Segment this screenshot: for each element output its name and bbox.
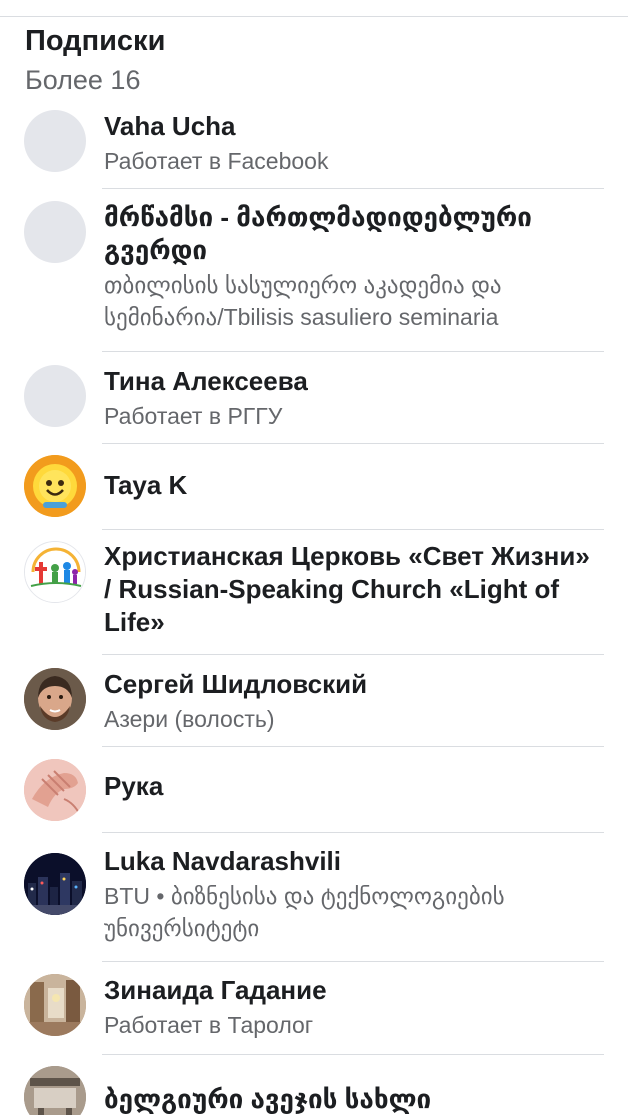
hand-photo-avatar[interactable] xyxy=(24,759,86,821)
item-subtitle: თბილისის სასულიერო აკადემია და სემინარია… xyxy=(104,272,502,330)
section-count: Более 16 xyxy=(25,65,141,95)
subscriptions-page: Подписки Более 16 Vaha Ucha Работает в F… xyxy=(0,0,628,1115)
item-name[interactable]: მრწამსი - მართლმადიდებლური გვერდი xyxy=(104,201,604,267)
item-subtitle: Работает в Таролог xyxy=(104,1012,314,1038)
list-item[interactable]: Taya K xyxy=(0,444,628,529)
hand-photo-icon xyxy=(24,759,86,821)
church-logo-icon xyxy=(25,542,85,602)
list-item[interactable]: Vaha Ucha Работает в Facebook xyxy=(0,108,628,188)
item-name[interactable]: Тина Алексеева xyxy=(104,365,604,398)
section-title: Подписки xyxy=(25,25,166,57)
church-logo-avatar[interactable] xyxy=(24,541,86,603)
item-name[interactable]: Luka Navdarashvili xyxy=(104,845,604,878)
item-name[interactable]: ბელგიური ავეჯის სახლი xyxy=(104,1083,604,1115)
item-name[interactable]: Рука xyxy=(104,770,604,803)
item-name[interactable]: Зинаида Гадание xyxy=(104,974,604,1007)
list-item[interactable]: Христианская Церковь «Свет Жизни» / Russ… xyxy=(0,530,628,654)
item-name[interactable]: Сергей Шидловский xyxy=(104,668,604,701)
list-item[interactable]: Сергей Шидловский Азери (волость) xyxy=(0,655,628,746)
top-divider xyxy=(0,16,628,17)
furniture-photo-avatar[interactable] xyxy=(24,1066,86,1115)
room-photo-icon xyxy=(24,974,86,1036)
list-item[interactable]: Luka Navdarashvili BTU • ბიზნესისა და ტე… xyxy=(0,833,628,961)
item-subtitle: Работает в Facebook xyxy=(104,148,329,174)
smiley-sun-avatar[interactable] xyxy=(24,455,86,517)
item-subtitle: Работает в РГГУ xyxy=(104,403,283,429)
item-name[interactable]: Vaha Ucha xyxy=(104,110,604,143)
list-item[interactable]: Тина Алексеева Работает в РГГУ xyxy=(0,352,628,443)
room-photo-avatar[interactable] xyxy=(24,974,86,1036)
section-header: Подписки Более 16 xyxy=(25,24,165,96)
item-subtitle: BTU • ბიზნესისა და ტექნოლოგიების უნივერს… xyxy=(104,883,505,941)
man-photo-icon xyxy=(24,668,86,730)
placeholder-avatar[interactable] xyxy=(24,201,86,263)
list-item[interactable]: Рука xyxy=(0,747,628,832)
list-item[interactable]: მრწამსი - მართლმადიდებლური გვერდი თბილის… xyxy=(0,189,628,351)
placeholder-avatar[interactable] xyxy=(24,365,86,427)
list-item[interactable]: Зинаида Гадание Работает в Таролог xyxy=(0,962,628,1054)
man-photo-avatar[interactable] xyxy=(24,668,86,730)
item-name[interactable]: Христианская Церковь «Свет Жизни» / Russ… xyxy=(104,540,604,639)
smiley-sun-icon xyxy=(24,455,86,517)
night-city-avatar[interactable] xyxy=(24,853,86,915)
furniture-photo-icon xyxy=(24,1066,86,1115)
placeholder-avatar[interactable] xyxy=(24,110,86,172)
item-name[interactable]: Taya K xyxy=(104,469,604,502)
list-item[interactable]: ბელგიური ავეჯის სახლი xyxy=(0,1055,628,1115)
night-city-icon xyxy=(24,853,86,915)
item-subtitle: Азери (волость) xyxy=(104,706,275,732)
